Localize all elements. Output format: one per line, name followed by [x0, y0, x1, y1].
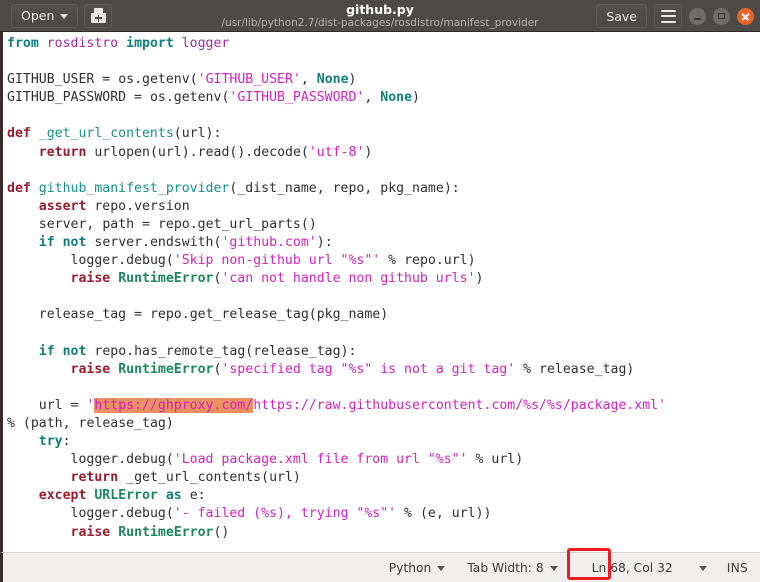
- window-title: github.py: [346, 1, 414, 17]
- insert-mode-label: INS: [726, 560, 748, 575]
- title-bar: github.py /usr/lib/python2.7/dist-packag…: [0, 0, 760, 32]
- save-as-button[interactable]: [84, 3, 113, 28]
- chevron-down-icon[interactable]: [698, 566, 707, 571]
- status-bar: Python Tab Width: 8 Ln 68, Col 32 INS: [0, 548, 760, 582]
- tab-width-selector[interactable]: Tab Width: 8: [467, 560, 558, 575]
- insert-mode-indicator: INS: [727, 561, 748, 575]
- title-bar-left-controls: Open: [0, 3, 113, 28]
- source-code-view[interactable]: from rosdistro import logger GITHUB_USER …: [3, 32, 760, 542]
- language-selector[interactable]: Python: [389, 561, 446, 575]
- language-label: Python: [388, 560, 432, 575]
- chevron-down-icon: [60, 14, 69, 19]
- open-button[interactable]: Open: [11, 3, 79, 28]
- chevron-down-icon: [549, 566, 558, 571]
- save-button[interactable]: Save: [596, 4, 647, 28]
- maximize-button[interactable]: [713, 7, 730, 25]
- open-button-label: Open: [21, 8, 55, 23]
- save-as-icon: [90, 8, 106, 23]
- window-subtitle-path: /usr/lib/python2.7/dist-packages/rosdist…: [221, 16, 539, 29]
- gedit-window: github.py /usr/lib/python2.7/dist-packag…: [0, 0, 760, 582]
- close-button[interactable]: [737, 7, 754, 25]
- minimize-button[interactable]: [689, 7, 706, 25]
- tab-width-label: Tab Width: 8: [467, 560, 544, 575]
- chevron-down-icon: [437, 566, 446, 571]
- cursor-position-indicator: Ln 68, Col 32: [592, 561, 673, 575]
- editor-area[interactable]: from rosdistro import logger GITHUB_USER …: [0, 32, 760, 552]
- title-bar-right-controls: Save: [596, 0, 754, 32]
- save-button-label: Save: [606, 8, 637, 24]
- maximize-icon: [718, 13, 725, 19]
- hamburger-menu-icon: [660, 9, 676, 23]
- cursor-position-label: Ln 68, Col 32: [591, 560, 673, 575]
- minimize-icon: [694, 18, 701, 20]
- close-icon: [741, 12, 750, 21]
- menu-button[interactable]: [654, 4, 682, 28]
